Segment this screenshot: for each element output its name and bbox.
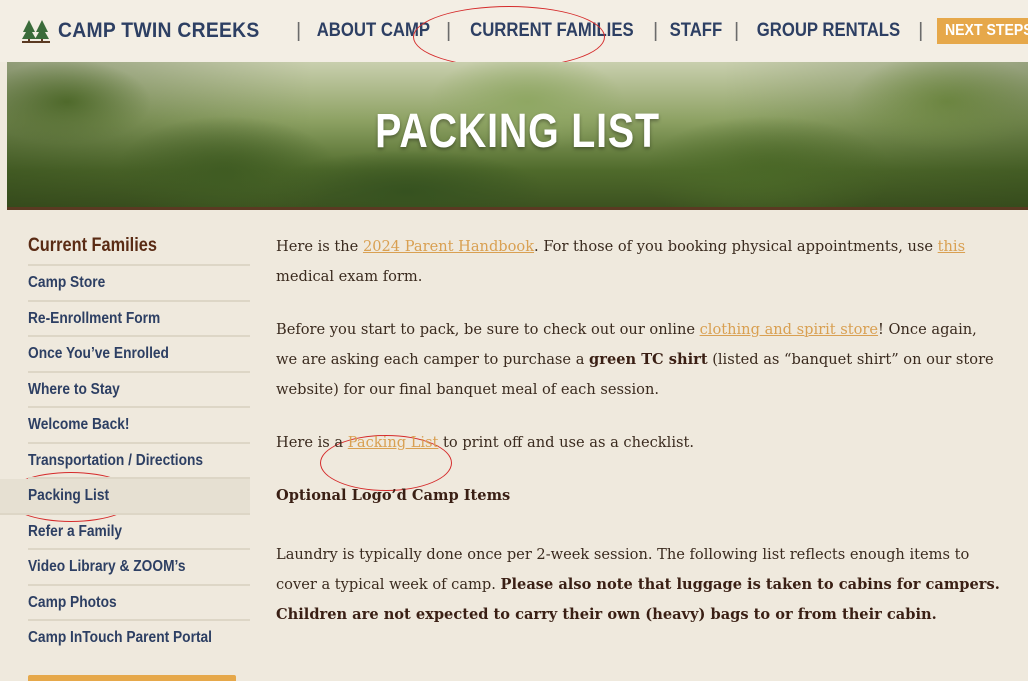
laundry-paragraph: Laundry is typically done once per 2-wee…: [276, 540, 1002, 630]
packing-list-paragraph: Here is a Packing List to print off and …: [276, 428, 1002, 458]
sidebar-heading: Current Families: [28, 232, 250, 266]
main-content: Here is the 2024 Parent Handbook. For th…: [276, 232, 1002, 653]
nav-separator: |: [652, 19, 659, 42]
pine-trees-icon: [22, 20, 50, 43]
bold-text: green TC shirt: [589, 351, 708, 368]
nav-staff[interactable]: STAFF: [670, 20, 723, 42]
sidebar-item-label: Video Library & ZOOM’s: [28, 558, 186, 575]
nav-separator: |: [445, 19, 452, 42]
nav-about-camp[interactable]: ABOUT CAMP: [317, 20, 430, 42]
text: to print off and use as a checklist.: [438, 434, 694, 451]
sidebar-item-re-enrollment-form[interactable]: Re-Enrollment Form: [28, 302, 250, 337]
nav-group-rentals[interactable]: GROUP RENTALS: [757, 20, 900, 42]
sidebar-item-packing-list[interactable]: Packing List: [0, 479, 250, 515]
text: Here is a: [276, 434, 348, 451]
sidebar-bottom-bar: [28, 675, 236, 681]
next-steps-label: NEXT STEPS: [945, 22, 1028, 39]
next-steps-dropdown[interactable]: NEXT STEPS: [937, 18, 1028, 44]
sidebar-item-camp-store[interactable]: Camp Store: [28, 266, 250, 302]
sidebar-item-label: Refer a Family: [28, 522, 123, 540]
store-paragraph: Before you start to pack, be sure to che…: [276, 315, 1002, 405]
sidebar-item-label: Packing List: [28, 487, 110, 504]
sidebar-item-refer-a-family[interactable]: Refer a Family: [28, 515, 250, 550]
sidebar-heading-label: Current Families: [28, 235, 157, 256]
logo-text: CAMP TWIN CREEKS: [58, 19, 260, 42]
sidebar-item-label: Welcome Back!: [28, 416, 130, 433]
section-subheading: Optional Logo’d Camp Items: [276, 487, 511, 504]
nav-separator: |: [733, 19, 740, 42]
packing-list-link[interactable]: Packing List: [348, 434, 439, 451]
sidebar-item-where-to-stay[interactable]: Where to Stay: [28, 373, 250, 408]
spirit-store-link[interactable]: clothing and spirit store: [700, 321, 878, 338]
sidebar-item-welcome-back[interactable]: Welcome Back!: [28, 408, 250, 444]
hero-banner: PACKING LIST: [7, 62, 1028, 210]
sidebar-item-transportation[interactable]: Transportation / Directions: [28, 444, 250, 479]
handbook-paragraph: Here is the 2024 Parent Handbook. For th…: [276, 232, 1002, 292]
sidebar-nav: Current Families Camp Store Re-Enrollmen…: [0, 232, 250, 657]
sidebar-item-camp-photos[interactable]: Camp Photos: [28, 586, 250, 621]
sidebar-item-label: Camp InTouch Parent Portal: [28, 629, 212, 646]
text: medical exam form.: [276, 268, 423, 285]
sidebar-item-label: Where to Stay: [28, 380, 120, 398]
sidebar-item-video-library[interactable]: Video Library & ZOOM’s: [28, 550, 250, 586]
sidebar-item-label: Once You’ve Enrolled: [28, 345, 169, 362]
site-header: CAMP TWIN CREEKS | ABOUT CAMP | CURRENT …: [0, 0, 1028, 62]
sidebar-item-label: Camp Store: [28, 274, 106, 291]
nav-separator: |: [918, 19, 924, 42]
medical-form-link[interactable]: this: [938, 238, 965, 255]
main-nav: | ABOUT CAMP | CURRENT FAMILIES | STAFF …: [288, 0, 1028, 62]
sidebar-item-label: Transportation / Directions: [28, 451, 204, 469]
parent-handbook-link[interactable]: 2024 Parent Handbook: [363, 238, 534, 255]
sidebar-item-parent-portal[interactable]: Camp InTouch Parent Portal: [28, 621, 250, 657]
page-title: PACKING LIST: [375, 105, 660, 158]
sidebar-item-label: Camp Photos: [28, 593, 117, 611]
site-logo[interactable]: CAMP TWIN CREEKS: [22, 19, 277, 43]
sidebar-item-label: Re-Enrollment Form: [28, 309, 161, 327]
text: Here is the: [276, 238, 363, 255]
text: Before you start to pack, be sure to che…: [276, 321, 700, 338]
text: . For those of you booking physical appo…: [534, 238, 938, 255]
sidebar-item-once-enrolled[interactable]: Once You’ve Enrolled: [28, 337, 250, 373]
nav-separator: |: [296, 19, 302, 42]
nav-current-families[interactable]: CURRENT FAMILIES: [470, 20, 633, 42]
